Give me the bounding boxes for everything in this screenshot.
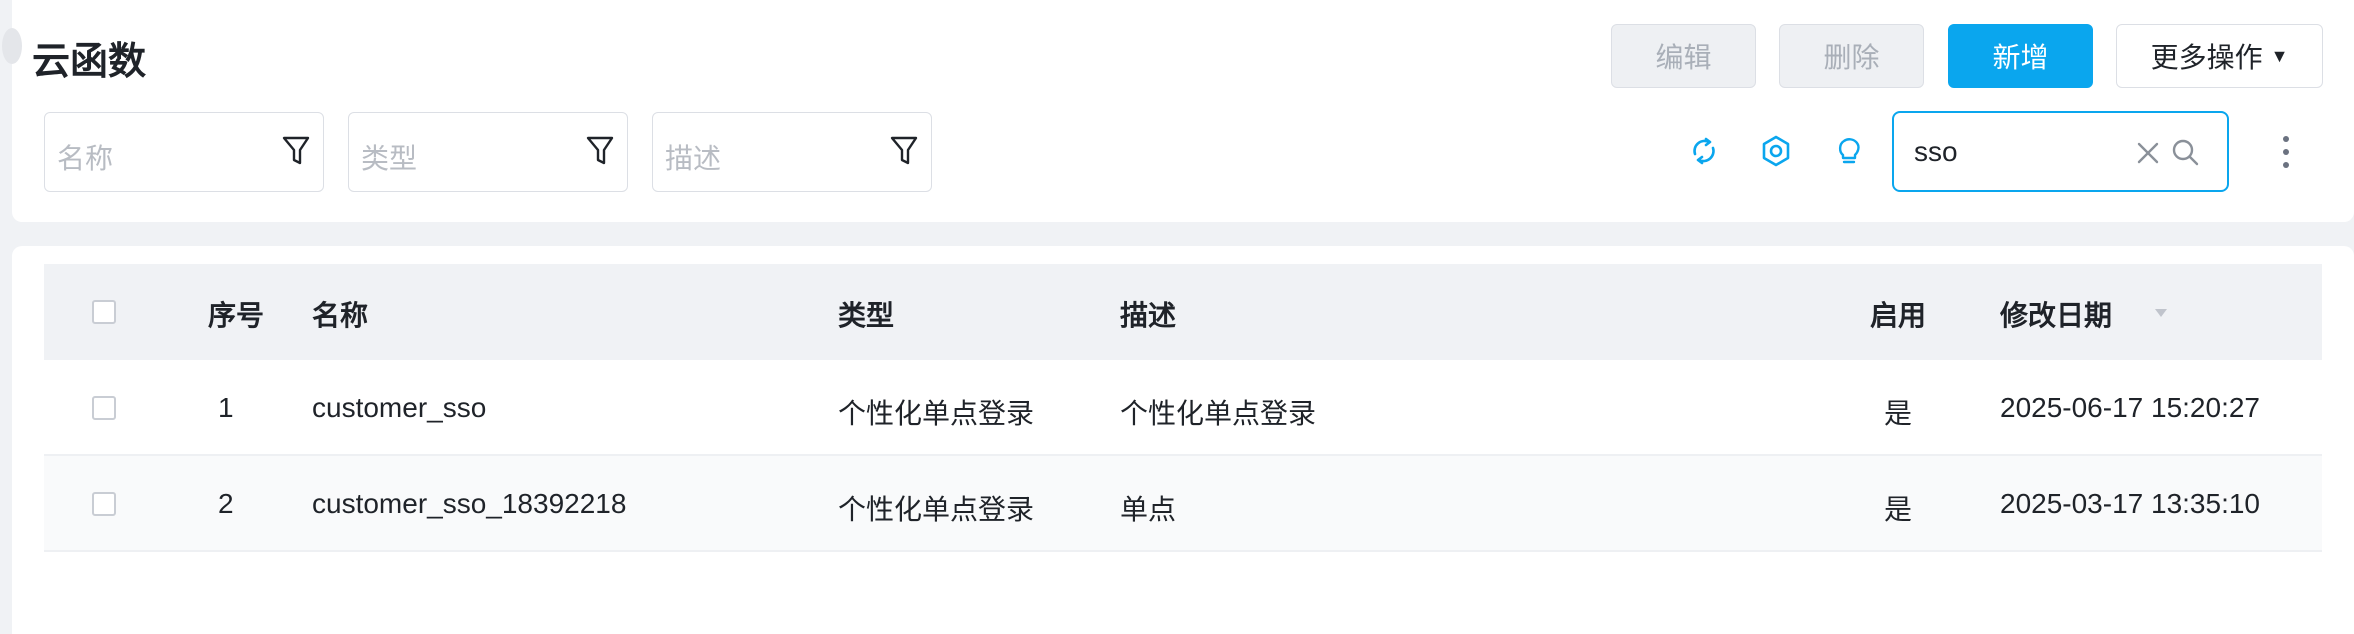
column-header-enabled[interactable]: 启用 xyxy=(1870,294,1926,334)
delete-button[interactable]: 删除 xyxy=(1779,24,1924,88)
add-button[interactable]: 新增 xyxy=(1948,24,2093,88)
table-header: 序号 名称 类型 描述 启用 修改日期 xyxy=(44,264,2322,360)
filter-description-placeholder: 描述 xyxy=(665,143,722,174)
filter-icon[interactable] xyxy=(281,135,311,167)
search-box[interactable] xyxy=(1892,111,2229,192)
page-title: 云函数 xyxy=(32,41,147,83)
cell-type: 个性化单点登录 xyxy=(838,494,1035,525)
table-row[interactable]: 2 customer_sso_18392218 个性化单点登录 单点 是 202… xyxy=(44,456,2322,552)
filter-icon[interactable] xyxy=(889,135,919,167)
column-header-name[interactable]: 名称 xyxy=(312,294,368,334)
cell-description: 个性化单点登录 xyxy=(1120,398,1317,429)
edit-button[interactable]: 编辑 xyxy=(1611,24,1756,88)
search-icon[interactable] xyxy=(2170,137,2202,169)
more-vertical-icon[interactable] xyxy=(2276,134,2296,170)
table-row[interactable]: 1 customer_sso 个性化单点登录 个性化单点登录 是 2025-06… xyxy=(44,360,2322,456)
filter-type[interactable]: 类型 xyxy=(348,112,628,192)
cell-enabled: 是 xyxy=(1884,494,1913,525)
cell-modified: 2025-03-17 13:35:10 xyxy=(2000,488,2260,519)
lightbulb-icon[interactable] xyxy=(1832,134,1866,168)
column-header-description[interactable]: 描述 xyxy=(1120,294,1176,334)
refresh-icon[interactable] xyxy=(1687,134,1721,168)
cell-description: 单点 xyxy=(1120,494,1177,525)
search-input[interactable] xyxy=(1914,133,2124,171)
filter-name-placeholder: 名称 xyxy=(57,143,114,174)
cell-type: 个性化单点登录 xyxy=(838,398,1035,429)
row-checkbox[interactable] xyxy=(92,396,116,420)
table-panel: 序号 名称 类型 描述 启用 修改日期 1 customer_sso 个性化单点… xyxy=(12,246,2354,634)
cell-name: customer_sso xyxy=(312,392,487,423)
filter-icon[interactable] xyxy=(585,135,615,167)
cell-enabled: 是 xyxy=(1884,398,1913,429)
cell-modified: 2025-06-17 15:20:27 xyxy=(2000,392,2260,423)
collapse-handle[interactable] xyxy=(2,28,22,64)
cell-index: 2 xyxy=(218,488,234,519)
sort-down-icon[interactable] xyxy=(2154,308,2168,318)
column-header-type[interactable]: 类型 xyxy=(838,294,894,334)
cell-index: 1 xyxy=(218,392,234,423)
settings-icon[interactable] xyxy=(1759,134,1793,168)
row-checkbox[interactable] xyxy=(92,492,116,516)
filter-type-placeholder: 类型 xyxy=(361,143,418,174)
clear-icon[interactable] xyxy=(2134,139,2162,167)
column-header-index: 序号 xyxy=(208,300,265,331)
filter-name[interactable]: 名称 xyxy=(44,112,324,192)
filter-description[interactable]: 描述 xyxy=(652,112,932,192)
more-actions-label: 更多操作 xyxy=(2150,42,2263,73)
cell-name: customer_sso_18392218 xyxy=(312,488,627,519)
caret-down-icon: ▼ xyxy=(2270,45,2289,66)
select-all-checkbox[interactable] xyxy=(92,300,116,324)
column-header-modified[interactable]: 修改日期 xyxy=(2000,294,2112,334)
more-actions-button[interactable]: 更多操作 ▼ xyxy=(2116,24,2323,88)
